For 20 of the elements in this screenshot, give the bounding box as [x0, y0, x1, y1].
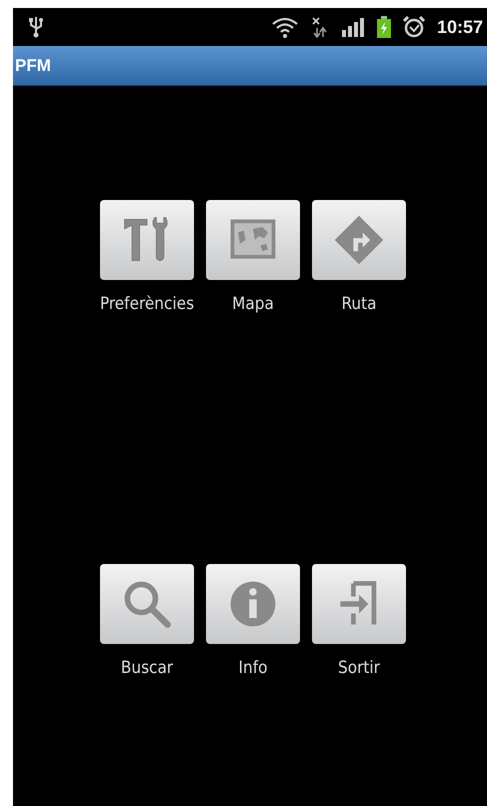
launcher-button[interactable]: [100, 564, 194, 644]
launcher-button[interactable]: [100, 200, 194, 280]
app-title: PFM: [15, 56, 51, 76]
launcher-label: Ruta: [342, 294, 376, 314]
launcher-button[interactable]: [206, 200, 300, 280]
launcher-button[interactable]: [312, 564, 406, 644]
alarm-clock-icon: [402, 16, 425, 38]
signal-icon: [340, 16, 365, 38]
usb-icon: [29, 16, 43, 38]
clock-time: 10:57: [436, 16, 483, 38]
launcher-label: Sortir: [338, 658, 380, 678]
launcher-button[interactable]: [312, 200, 406, 280]
data-icon: [310, 16, 329, 38]
battery-icon: [376, 16, 391, 38]
launcher-label: Preferències: [100, 294, 194, 314]
launcher-label: Info: [238, 658, 268, 678]
launcher-label: Mapa: [232, 294, 274, 314]
launcher-button[interactable]: [206, 564, 300, 644]
launcher-label: Buscar: [120, 658, 174, 678]
wifi-icon: [270, 16, 299, 38]
